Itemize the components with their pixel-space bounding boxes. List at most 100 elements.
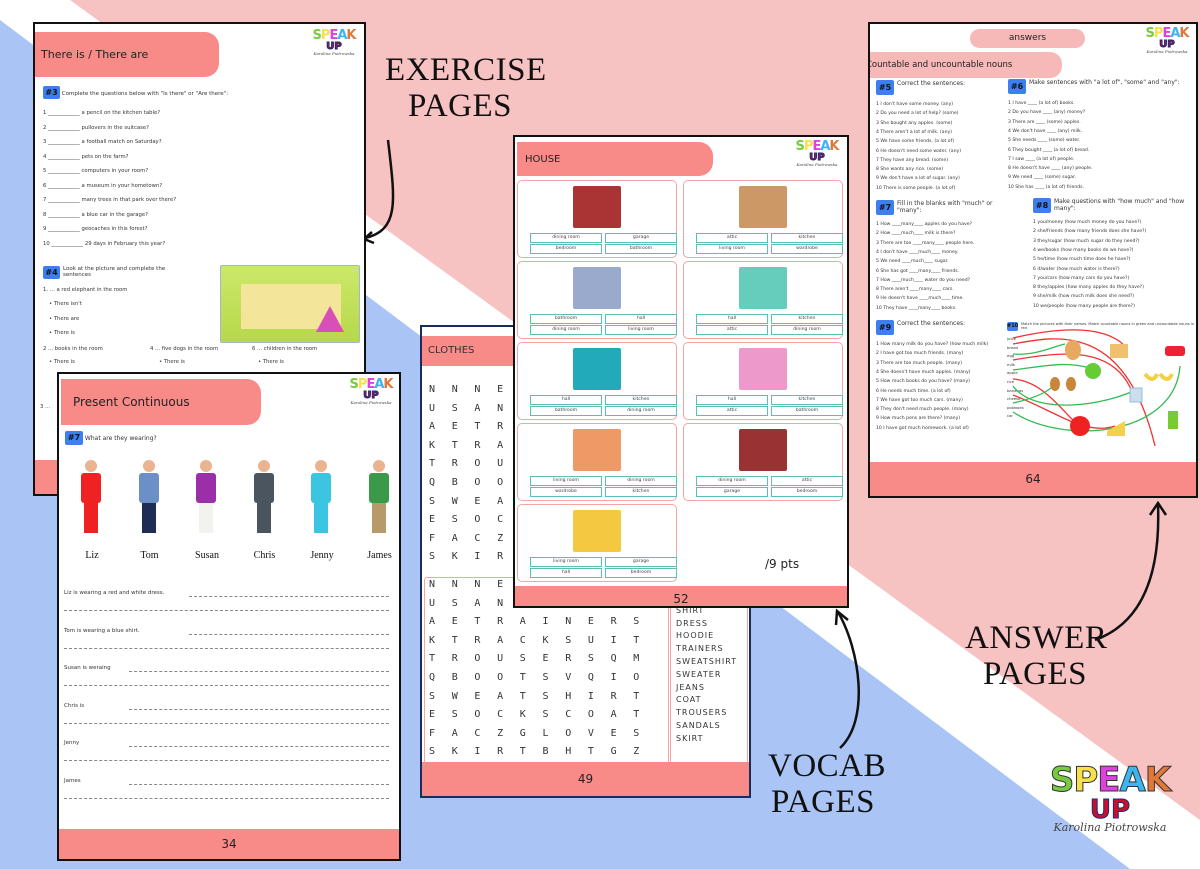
room-option-checkbox[interactable]: living room	[605, 325, 677, 335]
word-search-row[interactable]: KTRA	[429, 440, 520, 452]
matching-picture	[1005, 326, 1195, 451]
word-list-item: JEANS	[676, 682, 705, 692]
room-option-checkbox[interactable]: dining room	[605, 476, 677, 486]
word-search-row[interactable]: SWEATSHIRT	[429, 691, 656, 703]
option-q1[interactable]: • There are	[49, 316, 79, 322]
word-list-item: COAT	[676, 695, 702, 705]
page-number: 64	[1025, 472, 1041, 486]
write-line[interactable]	[129, 671, 389, 672]
child-name: Chris	[253, 550, 276, 561]
instruction: Complete the questions below with "Is th…	[61, 91, 229, 97]
answer-line: 2 Do you need a lot of help? (some)	[876, 111, 959, 117]
question-item: 1 ____________ a pencil on the kitchen t…	[43, 110, 161, 116]
sentence-line[interactable]: Chris is	[64, 703, 84, 709]
sentence-line[interactable]: Tom is wearing a blue shirt.	[64, 628, 140, 634]
room-option-checkbox[interactable]: kitchen	[771, 233, 843, 243]
room-option-checkbox[interactable]: garage	[696, 487, 768, 497]
room-option-checkbox[interactable]: wardrobe	[771, 244, 843, 254]
room-option-checkbox[interactable]: bathroom	[605, 244, 677, 254]
room-option-checkbox[interactable]: kitchen	[771, 314, 843, 324]
word-search-row[interactable]: SWEA	[429, 496, 520, 508]
room-option-checkbox[interactable]: living room	[530, 557, 602, 567]
sentence-line[interactable]: James	[64, 778, 81, 784]
room-option-checkbox[interactable]: hall	[696, 395, 768, 405]
room-option-checkbox[interactable]: hall	[530, 395, 602, 405]
word-search-row[interactable]: FACZ	[429, 533, 520, 545]
word-search-row[interactable]: TROU	[429, 458, 520, 470]
room-option-checkbox[interactable]: attic	[696, 325, 768, 335]
write-line[interactable]	[129, 708, 389, 710]
room-option-checkbox[interactable]: bathroom	[530, 406, 602, 416]
room-option-checkbox[interactable]: wardrobe	[530, 487, 602, 497]
write-line[interactable]	[64, 797, 389, 799]
room-option-checkbox[interactable]: garage	[605, 233, 677, 243]
page-number: 49	[577, 772, 594, 786]
room-option-checkbox[interactable]: bathroom	[771, 406, 843, 416]
child-name: Liz	[85, 550, 99, 561]
sentence-line[interactable]: Liz is wearing a red and white dress.	[64, 590, 164, 596]
write-line[interactable]	[129, 783, 389, 785]
option-q4[interactable]: • There is	[159, 359, 185, 365]
option-q1[interactable]: • There is	[49, 330, 75, 336]
write-line[interactable]	[189, 596, 389, 597]
room-option-checkbox[interactable]: kitchen	[605, 487, 677, 497]
room-option-checkbox[interactable]: attic	[771, 476, 843, 486]
room-option-checkbox[interactable]: bedroom	[771, 487, 843, 497]
room-option-checkbox[interactable]: bedroom	[605, 568, 677, 578]
word-search-row[interactable]: AETR	[429, 421, 520, 433]
word-search-row[interactable]: TROUSERSQM	[429, 653, 656, 665]
room-option-checkbox[interactable]: dining room	[696, 476, 768, 486]
room-option-checkbox[interactable]: bathroom	[530, 314, 602, 324]
room-option-checkbox[interactable]: dining room	[771, 325, 843, 335]
room-option-checkbox[interactable]: living room	[696, 244, 768, 254]
option-label: There is	[163, 359, 185, 365]
write-line[interactable]	[64, 685, 389, 686]
word-search-row[interactable]: USAN	[429, 598, 520, 610]
option-q1[interactable]: • There isn't	[49, 301, 82, 307]
word-search-row[interactable]: ESOC	[429, 514, 520, 526]
word-search-row[interactable]: KTRACKSUIT	[429, 635, 656, 647]
room-option-checkbox[interactable]: dining room	[605, 406, 677, 416]
room-option-checkbox[interactable]: kitchen	[771, 395, 843, 405]
answer-line: 3 they/sugar (how much sugar do they nee…	[1033, 238, 1140, 244]
write-line[interactable]	[64, 647, 389, 649]
write-line[interactable]	[64, 610, 389, 611]
room-card: hall kitchen attic dining room	[683, 261, 843, 339]
room-option-checkbox[interactable]: hall	[696, 314, 768, 324]
room-option-checkbox[interactable]: hall	[530, 568, 602, 578]
sentence-line[interactable]: Susan is weraing	[64, 665, 111, 671]
word-search-row[interactable]: QBOO	[429, 477, 520, 489]
word-search-row[interactable]: SKIRTBHTGZ	[429, 746, 656, 758]
answer-line: 1 I don't have some money. (any)	[876, 102, 954, 107]
room-option-checkbox[interactable]: attic	[696, 233, 768, 243]
word-search-row[interactable]: QBOOTSVQIO	[429, 672, 656, 684]
room-option-checkbox[interactable]: hall	[605, 314, 677, 324]
word-search-row[interactable]: AETRAINERS	[429, 616, 656, 628]
word-search-row[interactable]: FACZGLOVES	[429, 728, 656, 740]
word-search-row[interactable]: USAN	[429, 403, 520, 415]
sentence-line[interactable]: Jenny	[64, 740, 79, 746]
write-line[interactable]	[64, 760, 389, 761]
room-option-checkbox[interactable]: attic	[696, 406, 768, 416]
room-option-checkbox[interactable]: kitchen	[605, 395, 677, 405]
room-option-checkbox[interactable]: dining room	[530, 233, 602, 243]
page-number: 52	[673, 592, 689, 606]
word-search-row[interactable]: NNNE	[429, 579, 520, 591]
word-search-row[interactable]: ESOCKSCOAT	[429, 709, 656, 721]
write-line[interactable]	[129, 746, 389, 747]
instruction: Correct the sentences:	[897, 80, 966, 87]
write-line[interactable]	[64, 722, 389, 724]
write-line[interactable]	[189, 633, 389, 635]
speak-up-logo: SPEAK UP Karolina Piotrowska	[1145, 26, 1190, 54]
room-option-checkbox[interactable]: dining room	[530, 325, 602, 335]
option-label: There is	[53, 359, 75, 365]
q6: 6 ... children in the room	[252, 346, 318, 352]
room-option-checkbox[interactable]: garage	[605, 557, 677, 567]
room-option-checkbox[interactable]: living room	[530, 476, 602, 486]
option-q6[interactable]: • There is	[258, 359, 284, 365]
option-q2[interactable]: • There is	[49, 359, 75, 365]
room-option-checkbox[interactable]: bedroom	[530, 244, 602, 254]
word-search-row[interactable]: NNNE	[429, 384, 520, 396]
word-search-row[interactable]: SKIR	[429, 551, 520, 563]
attic-picture	[739, 429, 787, 471]
